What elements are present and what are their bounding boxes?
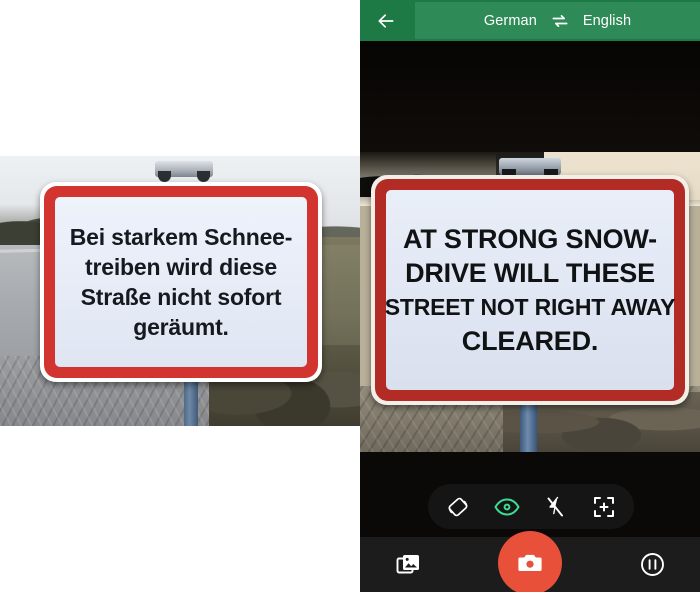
- translate-camera-pane: German English AT STRONG SNOW- DRIVE WIL…: [360, 0, 700, 592]
- app-bar: German English: [360, 0, 700, 41]
- translated-road-sign-overlay: AT STRONG SNOW- DRIVE WILL THESE STREET …: [371, 175, 689, 405]
- sign-text-line: Bei starkem Schnee-: [69, 224, 293, 250]
- sign-face: AT STRONG SNOW- DRIVE WILL THESE STREET …: [384, 190, 676, 390]
- screen-root: Bei starkem Schnee- treiben wird diese S…: [0, 0, 700, 592]
- sign-bracket: [154, 161, 213, 183]
- screen-rotation-icon[interactable]: [441, 490, 475, 524]
- back-arrow-icon[interactable]: [372, 8, 400, 34]
- swap-languages-icon[interactable]: [550, 11, 570, 31]
- source-language-label[interactable]: German: [484, 13, 537, 29]
- camera-options-toolbar: [428, 484, 634, 529]
- sign-bracket: [499, 158, 562, 180]
- translated-text-line: CLEARED.: [461, 326, 599, 356]
- original-photo-pane: Bei starkem Schnee- treiben wird diese S…: [0, 0, 360, 592]
- sign-red-border: Bei starkem Schnee- treiben wird diese S…: [44, 186, 318, 378]
- translated-text-line: AT STRONG SNOW-: [403, 224, 657, 254]
- sign-face: Bei starkem Schnee- treiben wird diese S…: [55, 197, 307, 367]
- language-selector-panel[interactable]: German English: [415, 2, 700, 39]
- viewfinder-letterbox: [360, 41, 700, 152]
- gallery-icon[interactable]: [392, 549, 424, 581]
- shutter-button[interactable]: [498, 531, 562, 592]
- camera-viewfinder[interactable]: AT STRONG SNOW- DRIVE WILL THESE STREET …: [360, 41, 700, 537]
- translated-text-line: DRIVE WILL THESE: [405, 258, 655, 288]
- flash-off-icon[interactable]: [538, 490, 572, 524]
- german-road-sign: Bei starkem Schnee- treiben wird diese S…: [40, 182, 322, 382]
- sign-text-line: treiben wird diese: [85, 254, 277, 280]
- pause-circle-icon[interactable]: [636, 549, 668, 581]
- target-language-label[interactable]: English: [583, 13, 631, 29]
- eye-icon[interactable]: [490, 490, 524, 524]
- sign-red-border: AT STRONG SNOW- DRIVE WILL THESE STREET …: [375, 179, 685, 401]
- live-camera-image: AT STRONG SNOW- DRIVE WILL THESE STREET …: [360, 152, 700, 452]
- translated-text-line: STREET NOT RIGHT AWAY: [384, 294, 676, 320]
- sign-text-line: Straße nicht sofort: [80, 284, 282, 310]
- scan-crop-icon[interactable]: [587, 490, 621, 524]
- original-photo: Bei starkem Schnee- treiben wird diese S…: [0, 156, 360, 426]
- sign-text-line: geräumt.: [133, 314, 229, 340]
